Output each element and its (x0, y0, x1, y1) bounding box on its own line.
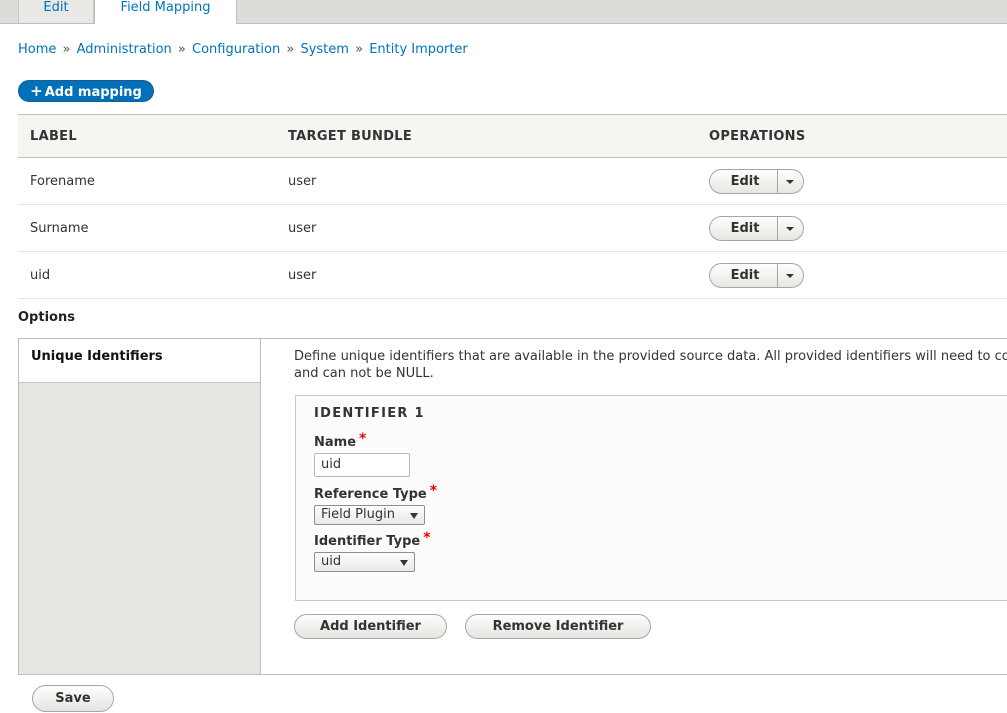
edit-button[interactable]: Edit (710, 170, 780, 193)
tab-field-mapping-link[interactable]: Field Mapping (121, 0, 211, 15)
tab-edit-link[interactable]: Edit (43, 0, 68, 15)
vertical-tab-unique-identifiers[interactable]: Unique Identifiers (19, 339, 260, 383)
operations-toggle[interactable] (777, 217, 803, 240)
breadcrumb-home[interactable]: Home (18, 42, 56, 57)
required-marker: * (429, 483, 438, 499)
add-identifier-button[interactable]: Add Identifier (294, 614, 447, 639)
dropdown-arrow-icon (410, 513, 418, 519)
reference-type-label: Reference Type * (314, 483, 438, 502)
add-mapping-button[interactable]: + Add mapping (18, 80, 154, 102)
identifier-type-value: uid (321, 554, 342, 569)
plus-icon: + (30, 82, 43, 100)
identifier-fieldset: IDENTIFIER 1 Name * uid Reference Type * F… (295, 395, 1007, 601)
operations-dropbutton: Edit (709, 216, 804, 241)
row-label: Forename (30, 174, 95, 189)
breadcrumb-entity-importer[interactable]: Entity Importer (369, 42, 468, 57)
operations-toggle[interactable] (777, 264, 803, 287)
reference-type-label-text: Reference Type (314, 487, 427, 502)
name-input[interactable]: uid (314, 453, 410, 477)
dropdown-arrow-icon (400, 560, 408, 566)
chevron-down-icon (786, 180, 794, 184)
breadcrumb-separator: » (286, 42, 295, 57)
identifier-type-select[interactable]: uid (314, 552, 415, 572)
fieldset-legend: IDENTIFIER 1 (314, 406, 425, 421)
chevron-down-icon (786, 227, 794, 231)
table-row: Forename user Edit (18, 158, 1007, 205)
remove-identifier-button[interactable]: Remove Identifier (465, 614, 651, 639)
breadcrumb-separator: » (177, 42, 186, 57)
column-header-label: LABEL (30, 129, 77, 144)
row-label: uid (30, 268, 51, 283)
table-row: uid user Edit (18, 252, 1007, 299)
row-bundle: user (288, 221, 317, 236)
row-label: Surname (30, 221, 89, 236)
required-marker: * (359, 431, 367, 447)
operations-toggle[interactable] (777, 170, 803, 193)
description-line-1: Define unique identifiers that are avail… (294, 349, 1007, 364)
vertical-tab-label: Unique Identifiers (31, 349, 163, 364)
breadcrumb-separator: » (355, 42, 364, 57)
add-mapping-label: Add mapping (44, 85, 142, 100)
pane-description: Define unique identifiers that are avail… (294, 348, 1007, 382)
operations-dropbutton: Edit (709, 169, 804, 194)
name-label-text: Name (314, 435, 357, 450)
mapping-table: LABEL TARGET BUNDLE OPERATIONS Forename … (18, 114, 1007, 299)
table-header: LABEL TARGET BUNDLE OPERATIONS (18, 114, 1007, 158)
vertical-tabs-menu: Unique Identifiers (19, 339, 261, 674)
chevron-down-icon (786, 274, 794, 278)
tab-field-mapping[interactable]: Field Mapping (94, 0, 237, 24)
tab-edit[interactable]: Edit (18, 0, 94, 23)
operations-dropbutton: Edit (709, 263, 804, 288)
table-row: Surname user Edit (18, 205, 1007, 252)
breadcrumb: Home » Administration » Configuration » … (18, 42, 468, 57)
breadcrumb-configuration[interactable]: Configuration (192, 42, 280, 57)
vertical-tabs: Unique Identifiers Define unique identif… (18, 338, 1007, 675)
reference-type-select[interactable]: Field Plugin (314, 505, 425, 525)
row-bundle: user (288, 268, 317, 283)
save-button[interactable]: Save (32, 685, 114, 712)
column-header-operations: OPERATIONS (709, 129, 806, 144)
edit-button[interactable]: Edit (710, 217, 780, 240)
breadcrumb-administration[interactable]: Administration (77, 42, 172, 57)
secondary-tabs: Edit Field Mapping (0, 0, 1007, 24)
column-header-target-bundle: TARGET BUNDLE (288, 129, 413, 144)
required-marker: * (423, 530, 431, 546)
identifier-type-label: Identifier Type * (314, 530, 431, 549)
breadcrumb-separator: » (62, 42, 71, 57)
edit-button[interactable]: Edit (710, 264, 780, 287)
description-line-2: and can not be NULL. (294, 366, 434, 381)
name-label: Name * (314, 431, 367, 450)
options-heading: Options (18, 310, 75, 325)
breadcrumb-system[interactable]: System (300, 42, 348, 57)
identifier-type-label-text: Identifier Type (314, 534, 421, 549)
reference-type-value: Field Plugin (321, 507, 395, 522)
row-bundle: user (288, 174, 317, 189)
